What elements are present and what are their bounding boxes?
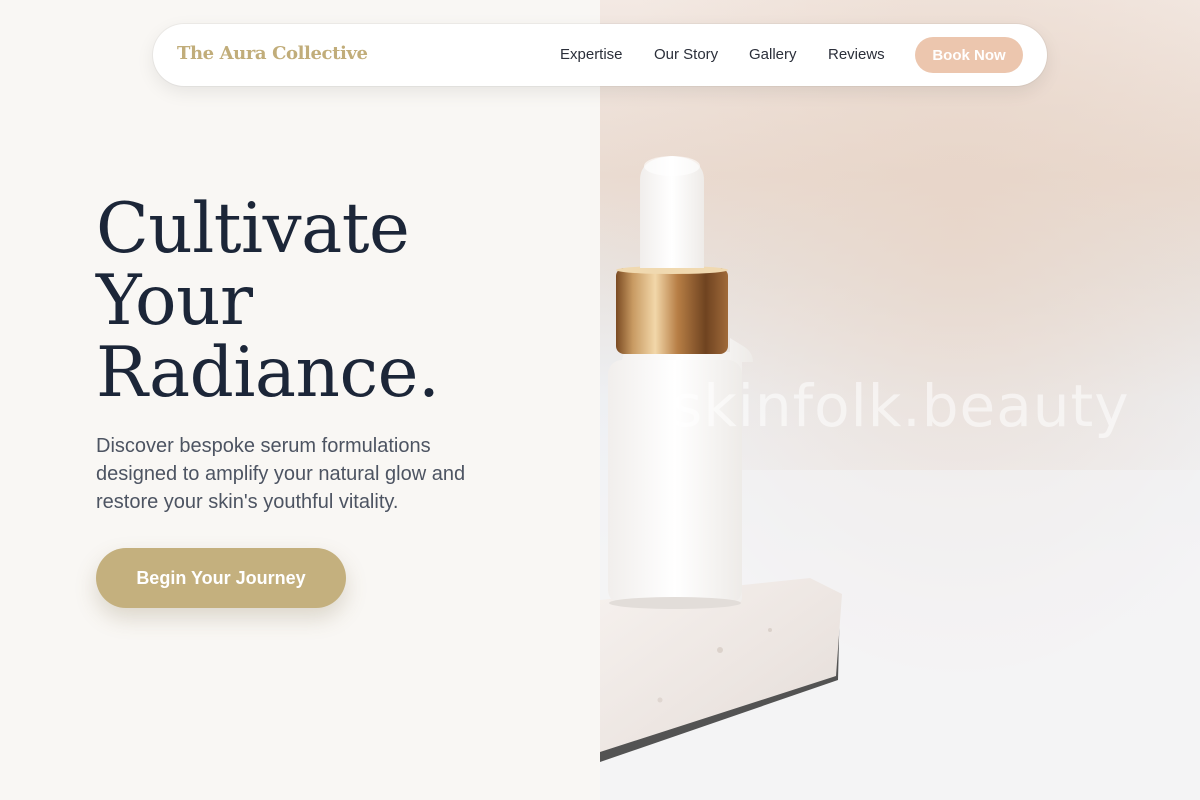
nav-link-reviews[interactable]: Reviews xyxy=(828,46,885,63)
image-watermark: skinfolk.beauty xyxy=(672,372,1130,440)
nav-link-our-story[interactable]: Our Story xyxy=(654,46,718,63)
hero-product-image: skinfolk.beauty xyxy=(600,0,1200,800)
book-now-button[interactable]: Book Now xyxy=(915,37,1023,73)
nav-link-expertise[interactable]: Expertise xyxy=(560,46,623,63)
headline-line-2: Your xyxy=(96,261,253,341)
begin-journey-button[interactable]: Begin Your Journey xyxy=(96,548,346,608)
headline-line-3: Radiance. xyxy=(96,333,440,413)
hero-headline: Cultivate Your Radiance. xyxy=(96,189,440,413)
top-navbar: The Aura Collective Expertise Our Story … xyxy=(153,24,1047,86)
hero-subtext: Discover bespoke serum formulations desi… xyxy=(96,435,466,513)
brand-logo[interactable]: The Aura Collective xyxy=(177,43,368,64)
headline-line-1: Cultivate xyxy=(96,189,410,269)
nav-link-gallery[interactable]: Gallery xyxy=(749,46,797,63)
